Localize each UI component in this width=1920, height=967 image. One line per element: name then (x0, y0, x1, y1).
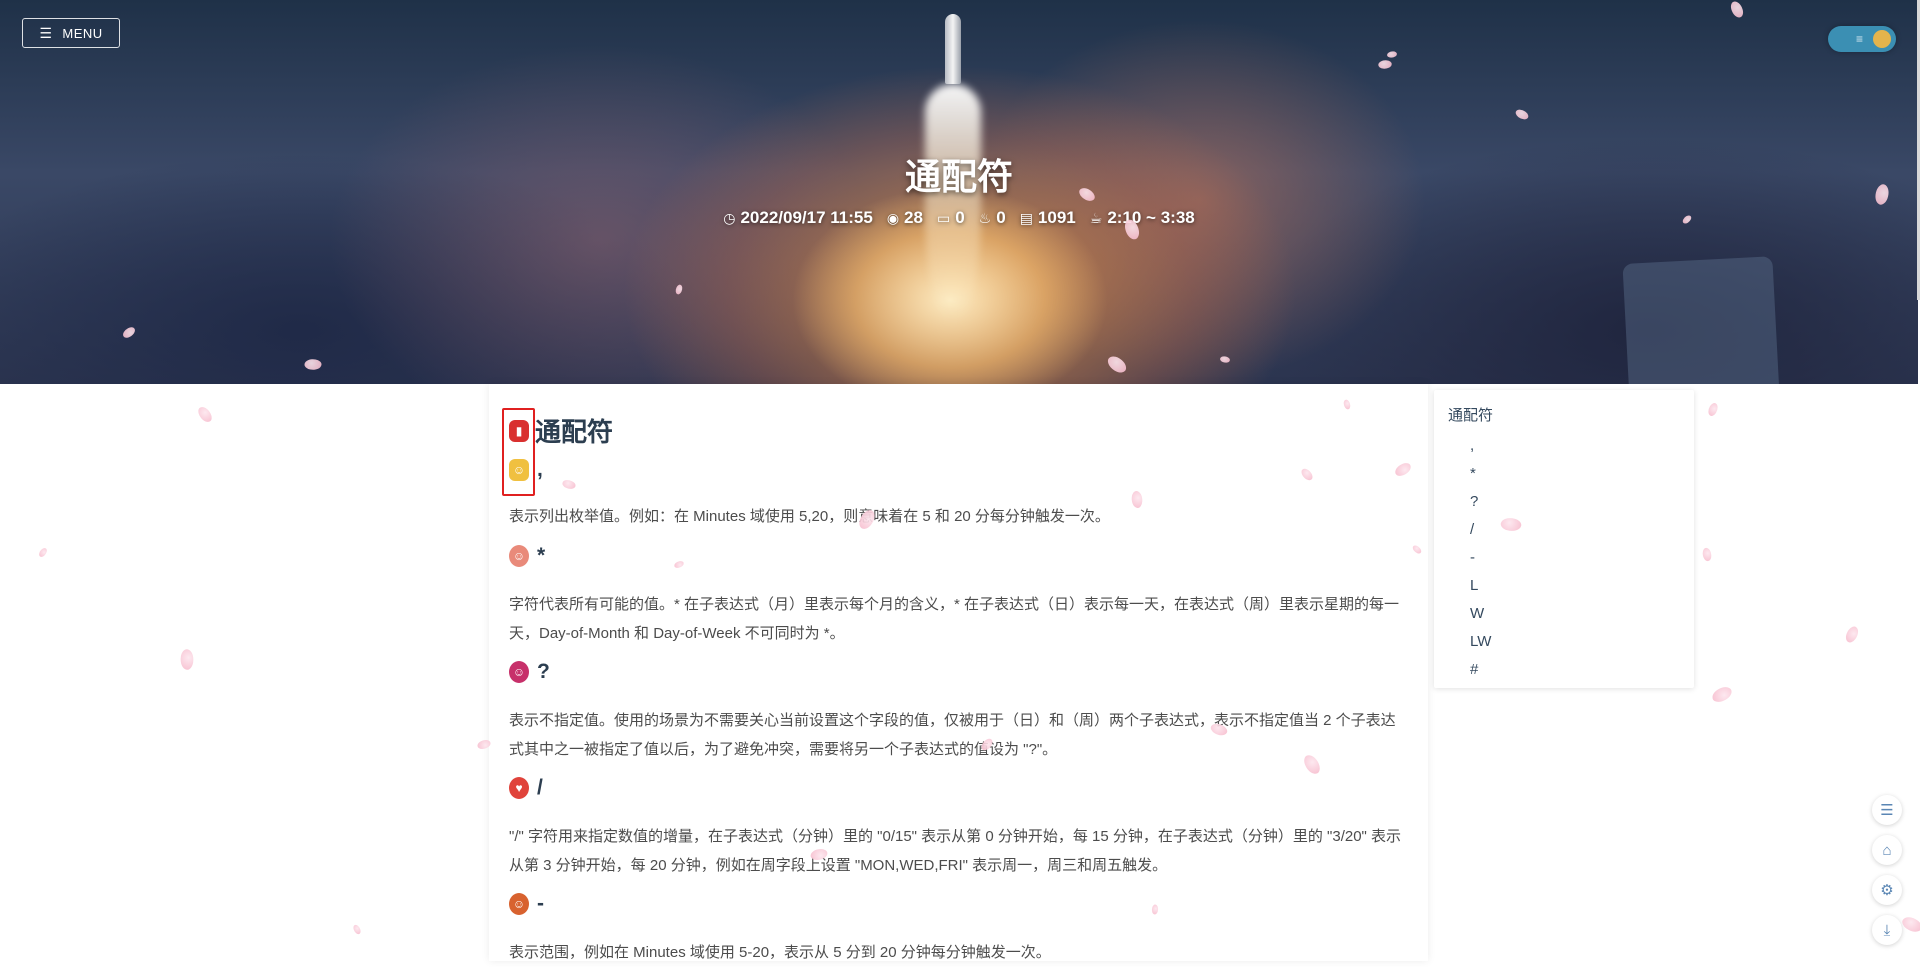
meta-read-time-value: 2:10 ~ 3:38 (1107, 208, 1195, 227)
theme-toggle[interactable]: ≡ (1828, 26, 1896, 52)
download-icon: ⤓ (1883, 921, 1891, 939)
section-title: , (537, 458, 543, 481)
post-meta: ◷ 2022/09/17 11:55 ◉ 28 ▭ 0 ♨ 0 ▤ 1091 ☕… (0, 208, 1918, 228)
petal-decoration (178, 648, 196, 671)
coffee-icon: ☕ (1089, 209, 1103, 226)
sticker-highlight-box (502, 408, 535, 496)
toc-item[interactable]: , (1470, 432, 1491, 460)
sticker-icon: ♥ (509, 777, 529, 799)
meta-comments-value: 0 (955, 208, 965, 227)
meta-read-time: ☕ 2:10 ~ 3:38 (1090, 208, 1195, 228)
menu-label: MENU (62, 25, 103, 41)
table-of-contents: 通配符 , * ? / - L W LW # (1434, 390, 1694, 688)
clock-icon: ◷ (723, 209, 736, 226)
toc-item[interactable]: L (1470, 572, 1491, 600)
settings-button[interactable]: ⚙ (1872, 875, 1902, 905)
petal-decoration (1842, 624, 1862, 645)
petal-decoration (1702, 547, 1712, 562)
sticker-icon: ☺ (509, 893, 529, 915)
toc-item[interactable]: W (1470, 600, 1491, 628)
section-title: * (537, 544, 546, 567)
petal-decoration (1705, 401, 1721, 418)
rocket-trail (925, 84, 981, 324)
toc-toggle-icon: ☰ (1880, 802, 1894, 819)
hero-banner: ☰ MENU ≡ 通配符 ◷ 2022/09/17 11:55 ◉ 28 ▭ 0… (0, 0, 1918, 384)
article-content: ▮ 通配符 ☺ , 表示列出枚举值。例如：在 Minutes 域使用 5,20，… (489, 384, 1428, 961)
toc-item[interactable]: LW (1470, 628, 1491, 656)
section-text: 表示不指定值。使用的场景为不需要关心当前设置这个字段的值，仅被用于（日）和（周）… (509, 712, 1396, 758)
meta-views-value: 28 (904, 208, 923, 227)
meta-date: ◷ 2022/09/17 11:55 (723, 208, 873, 228)
document-icon: ▤ (1019, 209, 1033, 226)
article-heading-text: 通配符 (535, 417, 614, 447)
meta-words: ▤ 1091 (1020, 208, 1076, 228)
toc-list: , * ? / - L W LW # (1470, 432, 1491, 684)
sticker-icon: ☺ (509, 545, 529, 567)
section-heading-asterisk: ☺ * (509, 544, 545, 568)
toc-title[interactable]: 通配符 (1448, 404, 1493, 425)
petal-decoration (352, 923, 362, 936)
petal-decoration (1899, 913, 1920, 936)
theme-toggle-icon: ≡ (1856, 32, 1864, 46)
section-heading-question: ☺ ? (509, 660, 550, 684)
comment-icon: ▭ (936, 209, 951, 226)
meta-comments: ▭ 0 (937, 208, 965, 228)
toc-item[interactable]: # (1470, 656, 1491, 684)
meta-likes-value: 0 (996, 208, 1006, 227)
section-text: 表示范围，例如在 Minutes 域使用 5-20，表示从 5 分到 20 分钟… (509, 944, 1051, 961)
section-text: 表示列出枚举值。例如：在 Minutes 域使用 5,20，则意味着在 5 和 … (509, 508, 1110, 525)
meta-likes: ♨ 0 (979, 208, 1006, 228)
post-title: 通配符 (904, 156, 1013, 197)
toc-item[interactable]: / (1470, 516, 1491, 544)
section-text: "/" 字符用来指定数值的增量，在子表达式（分钟）里的 "0/15" 表示从第 … (509, 828, 1402, 874)
toc-toggle-button[interactable]: ☰ (1872, 795, 1902, 825)
petal-decoration (37, 546, 49, 559)
menu-button[interactable]: ☰ MENU (22, 18, 120, 48)
section-heading-slash: ♥ / (509, 776, 543, 800)
eye-icon: ◉ (886, 209, 900, 226)
toc-item[interactable]: * (1470, 460, 1491, 488)
meta-words-value: 1091 (1037, 208, 1076, 227)
petal-decoration (196, 404, 214, 425)
section-title: / (537, 776, 543, 799)
home-icon: ⌂ (1882, 841, 1892, 859)
sticker-icon: ☺ (509, 661, 529, 683)
theme-toggle-knob (1873, 30, 1891, 48)
toc-item[interactable]: ? (1470, 488, 1491, 516)
home-button[interactable]: ⌂ (1872, 835, 1902, 865)
section-title: - (537, 892, 544, 915)
download-button[interactable]: ⤓ (1872, 915, 1902, 945)
section-text: 字符代表所有可能的值。* 在子表达式（月）里表示每个月的含义，* 在子表达式（日… (509, 596, 1400, 642)
petal-decoration (1710, 685, 1734, 704)
settings-icon: ⚙ (1880, 882, 1894, 899)
rocket-image (945, 14, 961, 84)
meta-date-value: 2022/09/17 11:55 (740, 208, 873, 227)
hamburger-icon: ☰ (39, 25, 53, 41)
section-title: ? (537, 660, 550, 683)
toc-item[interactable]: - (1470, 544, 1491, 572)
meta-views: ◉ 28 (887, 208, 923, 228)
hero-card-decoration (1622, 256, 1780, 384)
fire-icon: ♨ (978, 209, 992, 226)
section-heading-dash: ☺ - (509, 892, 544, 916)
